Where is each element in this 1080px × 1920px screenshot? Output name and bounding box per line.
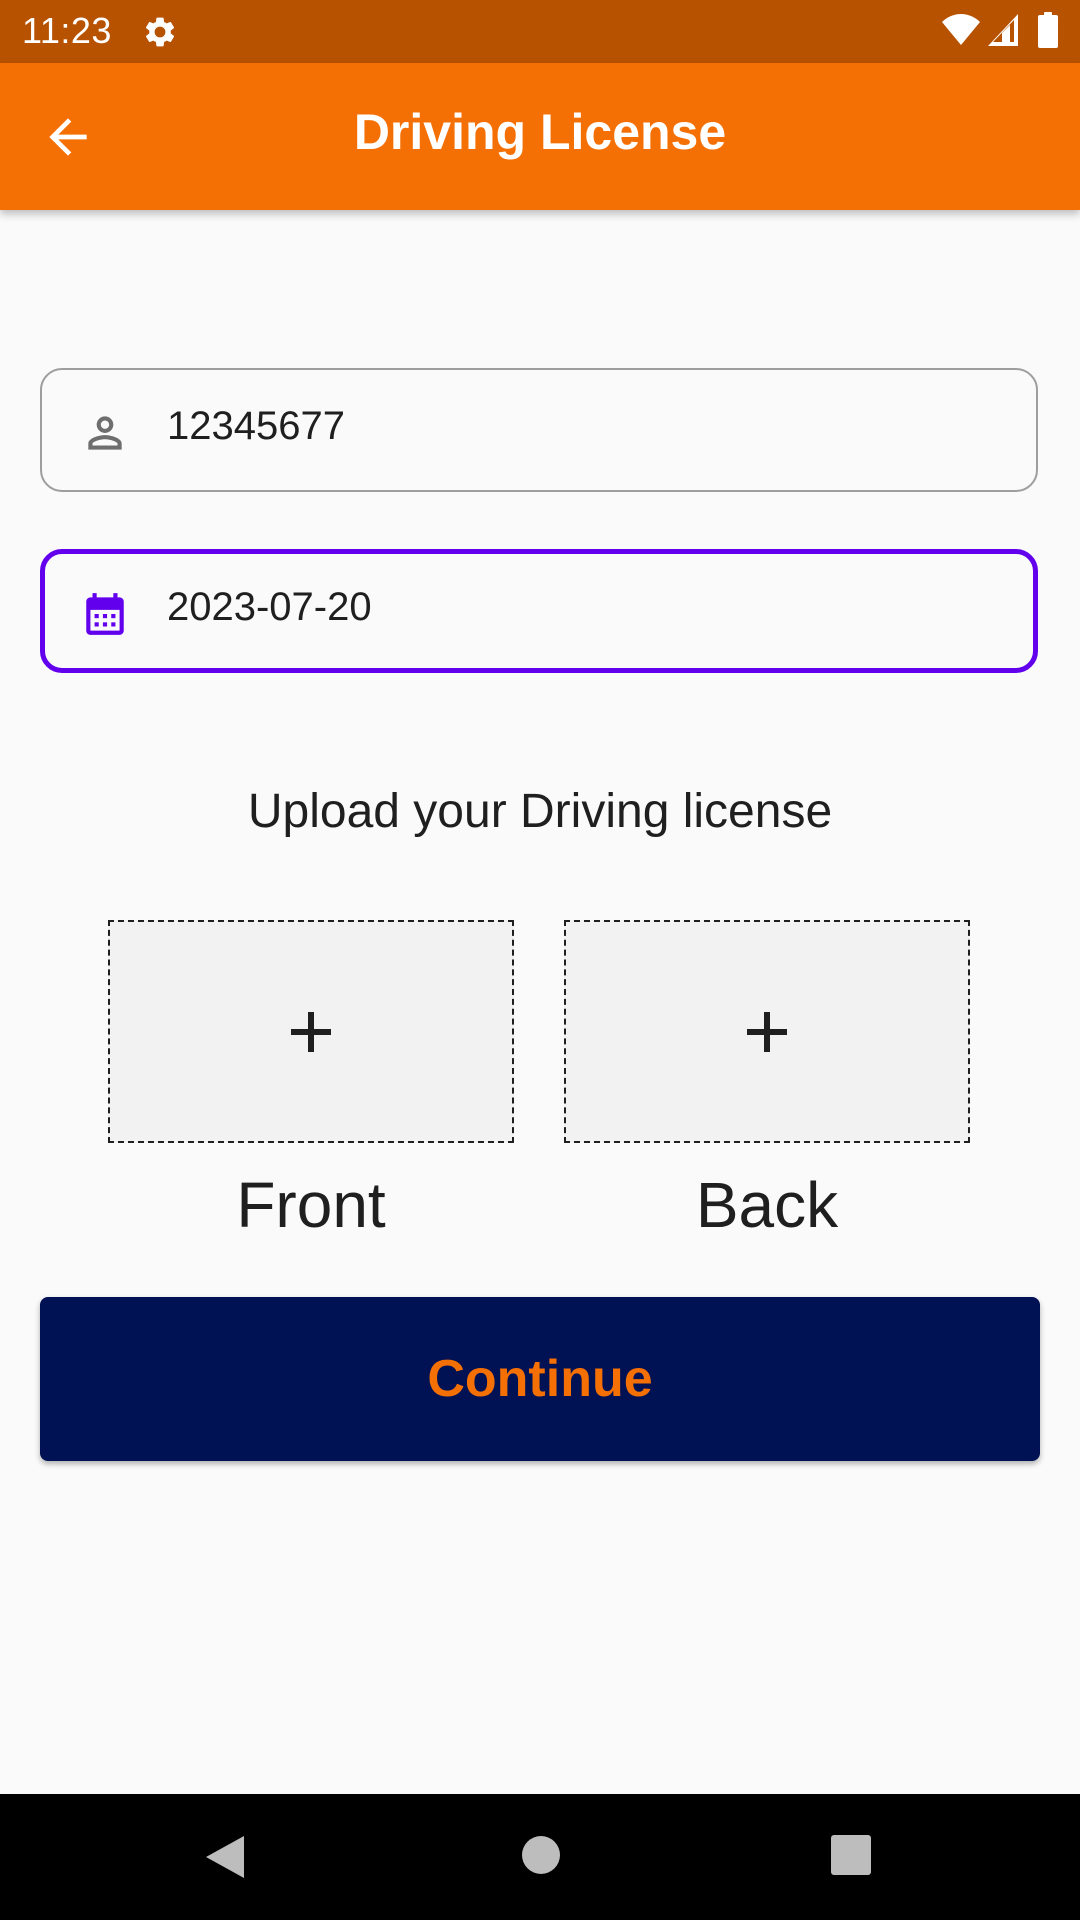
nav-home-icon[interactable] — [520, 1834, 562, 1876]
signal-icon — [988, 14, 1018, 46]
calendar-icon — [86, 593, 124, 635]
plus-icon — [747, 1011, 787, 1052]
battery-icon — [1038, 12, 1058, 48]
date-input[interactable] — [167, 585, 967, 630]
gear-icon — [146, 17, 175, 47]
license-number-field[interactable] — [40, 368, 1038, 492]
screen: 11:23 Driving License 12345677 2023-07-2… — [0, 0, 1080, 1920]
wifi-icon — [942, 14, 980, 45]
upload-back-button[interactable] — [564, 920, 970, 1143]
page-title: Driving License — [353, 104, 727, 160]
upload-front-label: Front — [236, 1169, 386, 1241]
status-bar: 11:23 — [0, 0, 1080, 63]
upload-title: Upload your Driving license — [247, 785, 833, 838]
nav-back-icon[interactable] — [204, 1834, 246, 1880]
plus-icon — [291, 1011, 331, 1052]
status-time: 11:23 — [22, 10, 112, 51]
upload-back-label: Back — [695, 1169, 839, 1241]
app-bar: Driving License — [0, 63, 1080, 210]
navigation-bar — [0, 1794, 1080, 1920]
nav-recents-icon[interactable] — [831, 1835, 871, 1875]
continue-button[interactable]: Continue — [40, 1297, 1040, 1461]
person-icon — [88, 416, 122, 450]
license-number-input[interactable] — [167, 404, 967, 449]
date-field[interactable] — [40, 549, 1038, 673]
upload-front-button[interactable] — [108, 920, 514, 1143]
